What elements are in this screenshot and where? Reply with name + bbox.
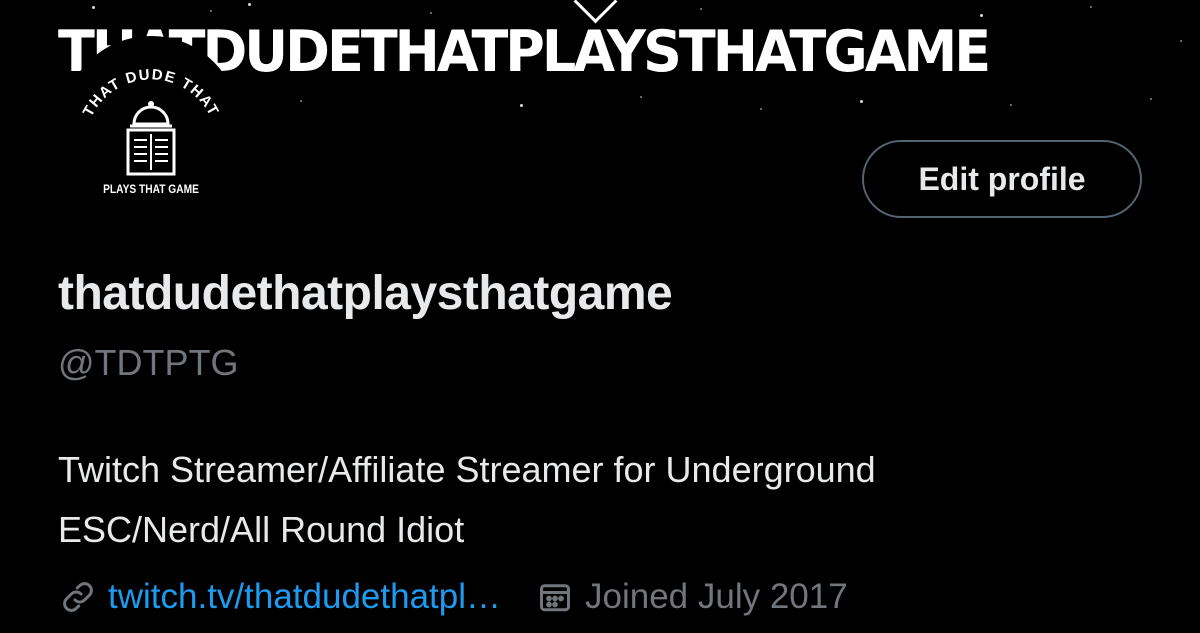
edit-profile-button[interactable]: Edit profile [862,140,1142,218]
joined-date: Joined July 2017 [585,577,848,616]
profile-meta: twitch.tv/thatdudethatpl… Joined July 20… [58,572,848,622]
bio-line: ESC/Nerd/All Round Idiot [58,509,465,550]
svg-text:THAT DUDE THAT: THAT DUDE THAT [80,66,223,119]
link-icon [58,577,98,617]
profile-bio: Twitch Streamer/Affiliate Streamer for U… [58,440,1158,560]
banner-star [640,96,642,98]
banner-star [248,3,251,6]
bio-line: Twitch Streamer/Affiliate Streamer for U… [58,449,876,490]
banner-star [760,108,762,110]
banner-star [300,100,302,102]
banner-star [1010,104,1012,106]
website-link[interactable]: twitch.tv/thatdudethatpl… [108,577,501,617]
calendar-icon [535,577,575,617]
banner-star [1180,40,1182,42]
banner-star [430,12,432,14]
banner-star [210,10,212,12]
banner-star [860,100,863,103]
banner-star [92,6,95,9]
banner-star [700,8,702,10]
avatar-top-text: THAT DUDE THAT [80,66,221,119]
banner-star [520,104,523,107]
display-name: thatdudethatplaysthatgame [58,267,673,320]
banner-star [1150,98,1152,100]
avatar-bottom-text: PLAYS THAT GAME [103,182,199,196]
user-handle: @TDTPTG [58,342,239,383]
banner-star [1090,6,1092,8]
avatar[interactable]: THAT DUDE THAT PLAYS THAT GAME [62,36,240,214]
banner-star [980,14,983,17]
